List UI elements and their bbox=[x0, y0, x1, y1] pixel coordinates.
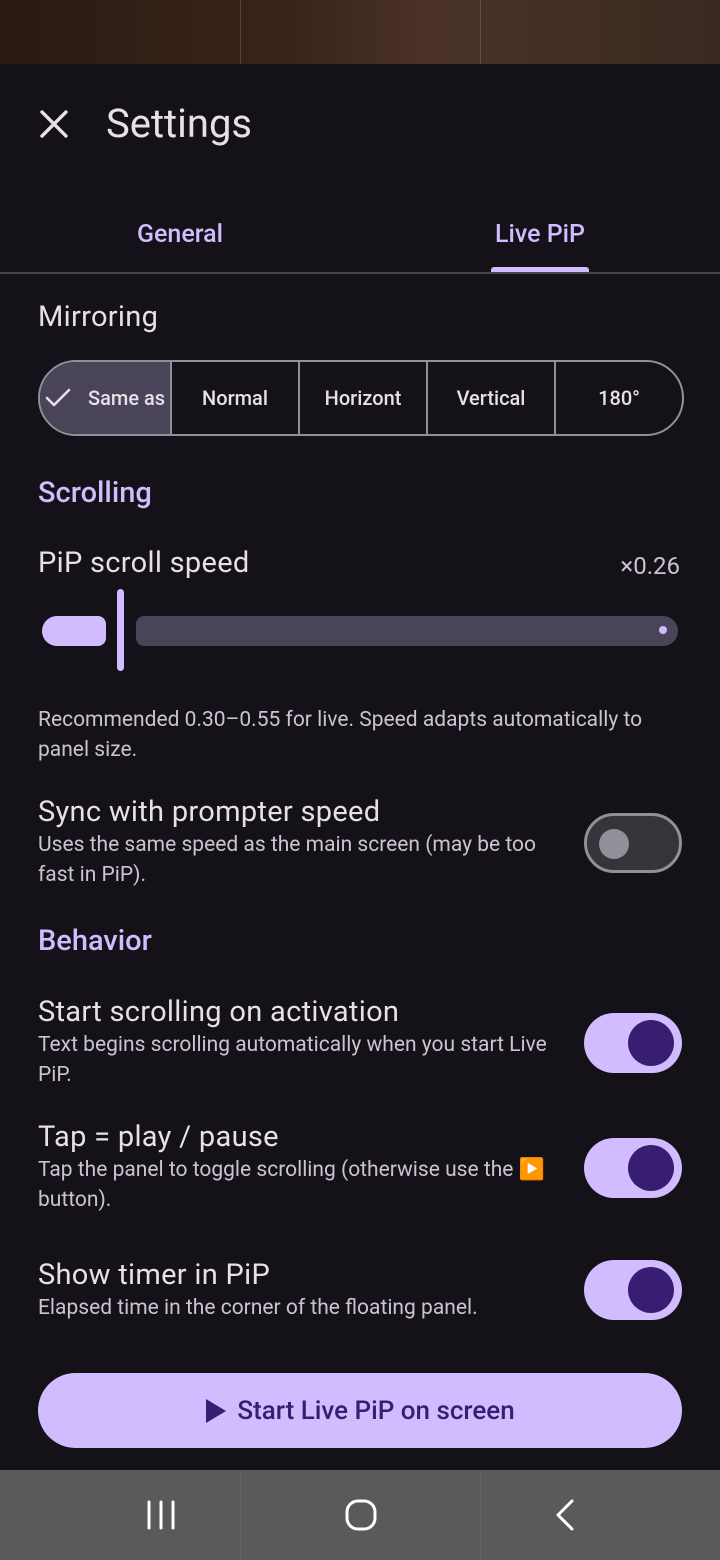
mirroring-segmented-control: Same as Normal Horizont Vertical 180° bbox=[38, 360, 684, 436]
mirroring-option-normal[interactable]: Normal bbox=[170, 362, 298, 434]
page-title: Settings bbox=[106, 100, 253, 147]
section-behavior: Behavior bbox=[38, 924, 152, 958]
mirroring-option-label: Same as bbox=[88, 386, 166, 410]
start-on-activation-switch[interactable] bbox=[584, 1013, 682, 1073]
recents-icon bbox=[147, 1500, 175, 1530]
start-live-pip-button[interactable]: Start Live PiP on screen bbox=[38, 1373, 682, 1448]
back-button[interactable] bbox=[540, 1492, 590, 1538]
mirroring-option-horizontal[interactable]: Horizont bbox=[298, 362, 426, 434]
tab-live-pip[interactable]: Live PiP bbox=[360, 196, 720, 272]
tab-general[interactable]: General bbox=[0, 196, 360, 272]
mirroring-label: Mirroring bbox=[38, 300, 159, 334]
show-timer-switch[interactable] bbox=[584, 1260, 682, 1320]
mirroring-option-vertical[interactable]: Vertical bbox=[426, 362, 554, 434]
tap-play-pause-title: Tap = play / pause bbox=[38, 1120, 279, 1154]
slider-inactive-track bbox=[136, 616, 678, 646]
show-timer-title: Show timer in PiP bbox=[38, 1258, 271, 1292]
home-button[interactable] bbox=[336, 1492, 386, 1538]
slider-active-track bbox=[42, 616, 106, 646]
play-icon bbox=[206, 1398, 227, 1423]
scroll-speed-hint: Recommended 0.30–0.55 for live. Speed ad… bbox=[38, 708, 643, 762]
slider-thumb[interactable] bbox=[117, 589, 124, 671]
start-live-pip-label: Start Live PiP on screen bbox=[237, 1395, 515, 1426]
tap-play-pause-description: Tap the panel to toggle scrolling (other… bbox=[38, 1158, 545, 1212]
home-icon bbox=[345, 1499, 377, 1531]
mirroring-option-180[interactable]: 180° bbox=[554, 362, 682, 434]
mirroring-option-same-as[interactable]: Same as bbox=[40, 362, 170, 434]
back-icon bbox=[556, 1499, 574, 1531]
sync-speed-title: Sync with prompter speed bbox=[38, 795, 381, 829]
sync-speed-description: Uses the same speed as the main screen (… bbox=[38, 833, 537, 887]
system-navigation-bar bbox=[0, 1470, 720, 1560]
close-icon bbox=[40, 110, 68, 138]
sync-speed-switch[interactable] bbox=[584, 813, 682, 873]
pip-scroll-speed-value: ×0.26 bbox=[620, 552, 680, 580]
slider-stop-indicator bbox=[659, 626, 667, 634]
section-scrolling: Scrolling bbox=[38, 476, 152, 510]
tap-play-pause-switch[interactable] bbox=[584, 1138, 682, 1198]
pip-scroll-speed-slider[interactable] bbox=[38, 586, 682, 676]
close-button[interactable] bbox=[22, 92, 86, 156]
recents-button[interactable] bbox=[136, 1492, 186, 1538]
check-icon bbox=[45, 388, 71, 407]
tabs-divider bbox=[0, 272, 720, 274]
start-on-activation-description: Text begins scrolling automatically when… bbox=[38, 1033, 547, 1087]
show-timer-description: Elapsed time in the corner of the floati… bbox=[38, 1296, 478, 1320]
start-on-activation-title: Start scrolling on activation bbox=[38, 995, 400, 1029]
pip-scroll-speed-label: PiP scroll speed bbox=[38, 546, 250, 580]
status-bar-backdrop bbox=[0, 0, 720, 64]
